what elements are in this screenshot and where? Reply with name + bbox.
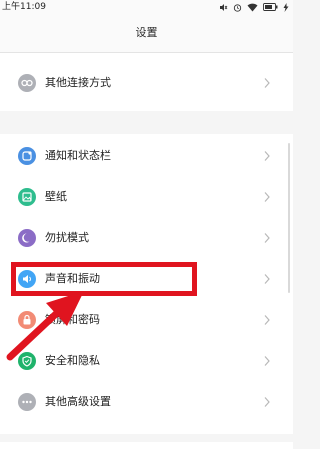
annotation-arrow-icon (6, 291, 84, 361)
